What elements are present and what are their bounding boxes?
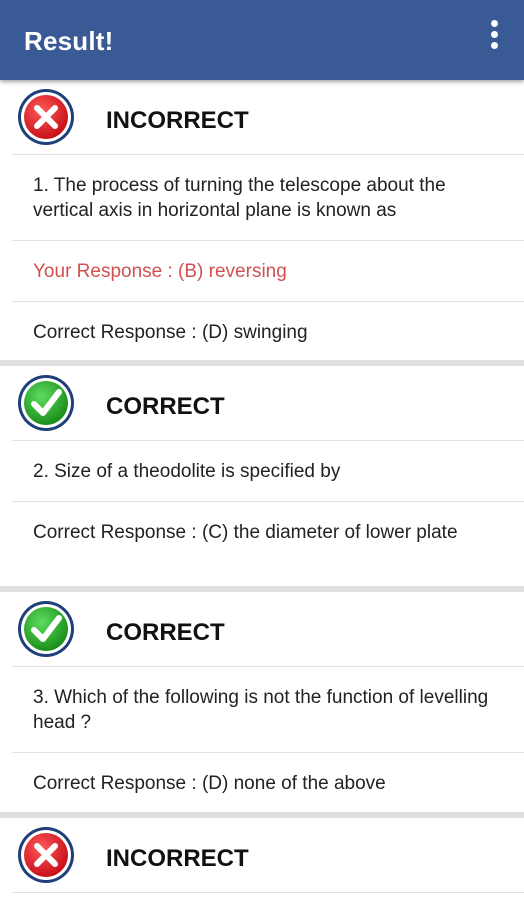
- result-card: CORRECT 3. Which of the following is not…: [0, 592, 524, 812]
- result-header: CORRECT: [0, 592, 524, 666]
- correct-check-icon: [18, 601, 74, 657]
- correct-response-text: Correct Response : (C) the diameter of l…: [33, 522, 458, 543]
- result-card: CORRECT 2. Size of a theodolite is speci…: [0, 366, 524, 586]
- page-title: Result!: [24, 26, 114, 56]
- your-response-text: Your Response : (B) reversing: [33, 261, 287, 282]
- result-header: CORRECT: [0, 366, 524, 440]
- result-card: INCORRECT 1. The process of turning the …: [0, 80, 524, 360]
- correct-check-icon: [18, 375, 74, 431]
- incorrect-x-icon: [18, 89, 74, 145]
- result-card: INCORRECT: [0, 818, 524, 900]
- question-text: 3. Which of the following is not the fun…: [33, 687, 489, 733]
- result-header: INCORRECT: [0, 80, 524, 154]
- app-bar: Result!: [0, 0, 524, 80]
- question-text: 1. The process of turning the telescope …: [33, 175, 446, 221]
- question-text: 2. Size of a theodolite is specified by: [33, 461, 341, 482]
- result-list[interactable]: INCORRECT 1. The process of turning the …: [0, 80, 524, 900]
- correct-response-text: Correct Response : (D) none of the above: [33, 773, 386, 794]
- result-status-label: CORRECT: [106, 619, 225, 646]
- more-vert-icon[interactable]: [482, 20, 506, 60]
- result-status-label: CORRECT: [106, 393, 225, 420]
- divider: [12, 892, 524, 893]
- result-status-label: INCORRECT: [106, 845, 249, 872]
- result-header: INCORRECT: [0, 818, 524, 892]
- incorrect-x-icon: [18, 827, 74, 883]
- correct-response-text: Correct Response : (D) swinging: [33, 322, 308, 343]
- result-status-label: INCORRECT: [106, 107, 249, 134]
